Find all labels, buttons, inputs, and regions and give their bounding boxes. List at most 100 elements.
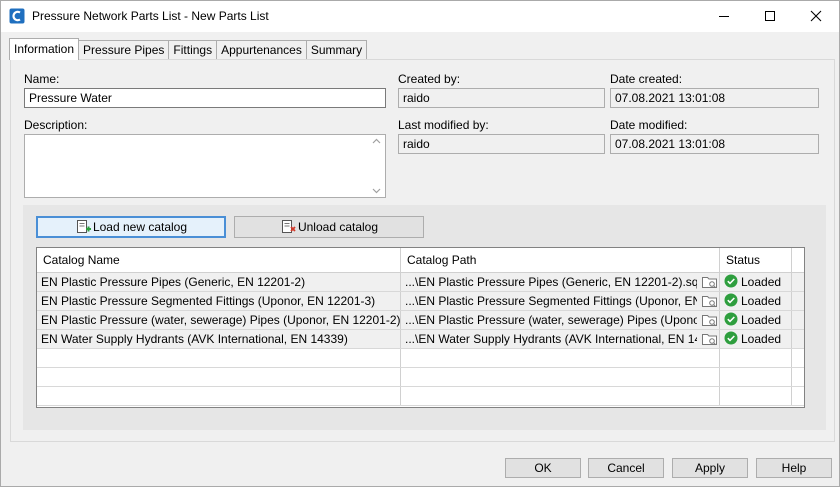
catalog-path-text: ...\EN Plastic Pressure (water, sewerage…	[405, 313, 697, 327]
tab-pressure-pipes[interactable]: Pressure Pipes	[78, 40, 170, 60]
status-cell: Loaded	[720, 311, 792, 329]
browse-folder-icon[interactable]	[701, 331, 718, 347]
column-catalog-name[interactable]: Catalog Name	[37, 248, 401, 272]
catalog-path-cell: ...\EN Plastic Pressure (water, sewerage…	[401, 311, 720, 329]
empty-cell	[401, 368, 720, 386]
unload-catalog-icon	[280, 219, 296, 235]
catalog-path-cell: ...\EN Water Supply Hydrants (AVK Intern…	[401, 330, 720, 348]
tab-fittings[interactable]: Fittings	[168, 40, 218, 60]
apply-button[interactable]: Apply	[672, 458, 748, 478]
row-filler	[792, 273, 804, 291]
close-icon	[810, 10, 822, 22]
date-created-label: Date created:	[610, 72, 683, 86]
information-panel: Name: Pressure Water Description: Create…	[10, 59, 835, 442]
load-new-catalog-label: Load new catalog	[92, 220, 188, 234]
status-cell: Loaded	[720, 273, 792, 291]
tab-information[interactable]: Information	[9, 38, 80, 60]
name-label: Name:	[24, 72, 60, 86]
help-button[interactable]: Help	[756, 458, 832, 478]
civil3d-app-icon	[9, 8, 25, 24]
date-modified-label: Date modified:	[610, 118, 688, 132]
status-text: Loaded	[741, 294, 782, 308]
status-cell: Loaded	[720, 292, 792, 310]
title-bar[interactable]: Pressure Network Parts List - New Parts …	[1, 1, 839, 32]
column-catalog-path[interactable]: Catalog Path	[401, 248, 720, 272]
column-status[interactable]: Status	[720, 248, 792, 272]
empty-row	[37, 349, 804, 368]
browse-folder-icon[interactable]	[701, 274, 718, 290]
status-text: Loaded	[741, 275, 782, 289]
created-by-field: raido	[398, 88, 605, 108]
loaded-check-icon	[724, 312, 738, 329]
catalog-path-cell: ...\EN Plastic Pressure Pipes (Generic, …	[401, 273, 720, 291]
load-catalog-icon	[75, 219, 91, 235]
tab-strip: Information Pressure Pipes Fittings Appu…	[9, 38, 368, 60]
window-title: Pressure Network Parts List - New Parts …	[32, 9, 269, 23]
catalog-path-text: ...\EN Water Supply Hydrants (AVK Intern…	[405, 332, 697, 346]
empty-cell	[37, 349, 401, 367]
catalog-path-text: ...\EN Plastic Pressure Pipes (Generic, …	[405, 275, 697, 289]
catalog-name-cell: EN Plastic Pressure Pipes (Generic, EN 1…	[37, 273, 401, 291]
table-row[interactable]: EN Plastic Pressure Pipes (Generic, EN 1…	[37, 273, 804, 292]
catalog-path-text: ...\EN Plastic Pressure Segmented Fittin…	[405, 294, 697, 308]
loaded-check-icon	[724, 274, 738, 291]
catalog-name-cell: EN Plastic Pressure Segmented Fittings (…	[37, 292, 401, 310]
catalog-name-cell: EN Water Supply Hydrants (AVK Internatio…	[37, 330, 401, 348]
row-filler	[792, 292, 804, 310]
last-modified-by-label: Last modified by:	[398, 118, 489, 132]
empty-cell	[792, 387, 804, 405]
empty-cell	[792, 368, 804, 386]
description-scrollbar[interactable]	[368, 135, 385, 197]
scroll-down-icon[interactable]	[372, 188, 381, 194]
date-modified-field: 07.08.2021 13:01:08	[610, 134, 819, 154]
table-row[interactable]: EN Plastic Pressure Segmented Fittings (…	[37, 292, 804, 311]
catalog-grid-header: Catalog Name Catalog Path Status	[37, 248, 804, 273]
loaded-check-icon	[724, 293, 738, 310]
empty-cell	[720, 368, 792, 386]
empty-row	[37, 368, 804, 387]
empty-cell	[401, 349, 720, 367]
status-text: Loaded	[741, 332, 782, 346]
catalog-group: Load new catalog Unload catalog Catalog …	[23, 205, 826, 430]
tab-appurtenances[interactable]: Appurtenances	[216, 40, 307, 60]
empty-cell	[37, 368, 401, 386]
load-new-catalog-button[interactable]: Load new catalog	[36, 216, 226, 238]
empty-cell	[37, 387, 401, 405]
name-field[interactable]: Pressure Water	[24, 88, 386, 108]
status-cell: Loaded	[720, 330, 792, 348]
tab-summary[interactable]: Summary	[305, 40, 368, 60]
empty-cell	[401, 387, 720, 405]
catalog-name-cell: EN Plastic Pressure (water, sewerage) Pi…	[37, 311, 401, 329]
loaded-check-icon	[724, 331, 738, 348]
catalog-path-cell: ...\EN Plastic Pressure Segmented Fittin…	[401, 292, 720, 310]
table-row[interactable]: EN Plastic Pressure (water, sewerage) Pi…	[37, 311, 804, 330]
catalog-grid[interactable]: Catalog Name Catalog Path Status EN Plas…	[36, 247, 805, 408]
ok-button[interactable]: OK	[505, 458, 581, 478]
column-filler	[792, 248, 804, 272]
dialog-window: Pressure Network Parts List - New Parts …	[0, 0, 840, 487]
unload-catalog-button[interactable]: Unload catalog	[234, 216, 424, 238]
date-created-field: 07.08.2021 13:01:08	[610, 88, 819, 108]
table-row[interactable]: EN Water Supply Hydrants (AVK Internatio…	[37, 330, 804, 349]
unload-catalog-label: Unload catalog	[297, 220, 379, 234]
row-filler	[792, 330, 804, 348]
last-modified-by-field: raido	[398, 134, 605, 154]
row-filler	[792, 311, 804, 329]
browse-folder-icon[interactable]	[701, 312, 718, 328]
empty-cell	[792, 349, 804, 367]
cancel-button[interactable]: Cancel	[588, 458, 664, 478]
created-by-label: Created by:	[398, 72, 461, 86]
empty-cell	[720, 349, 792, 367]
close-button[interactable]	[793, 1, 839, 31]
description-label: Description:	[24, 118, 88, 132]
description-field[interactable]	[24, 134, 386, 198]
scroll-up-icon[interactable]	[372, 138, 381, 144]
minimize-icon	[719, 16, 729, 17]
browse-folder-icon[interactable]	[701, 293, 718, 309]
minimize-button[interactable]	[701, 1, 747, 31]
maximize-button[interactable]	[747, 1, 793, 31]
maximize-icon	[765, 11, 775, 21]
status-text: Loaded	[741, 313, 782, 327]
empty-row	[37, 387, 804, 406]
empty-cell	[720, 387, 792, 405]
